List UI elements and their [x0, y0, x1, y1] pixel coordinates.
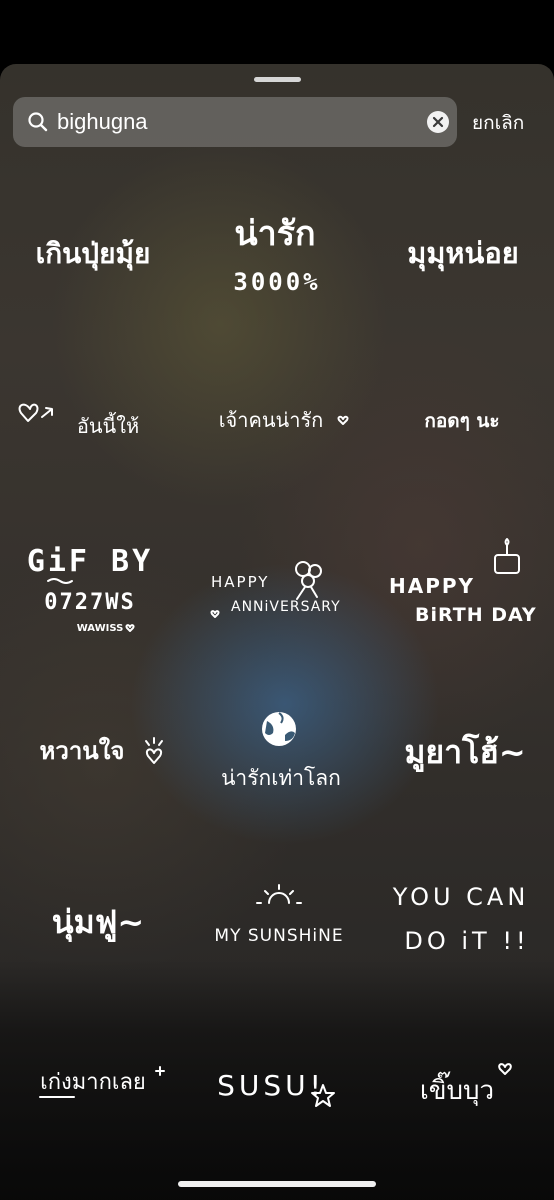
home-indicator[interactable]	[178, 1181, 376, 1187]
sticker-text-line-2: ANNiVERSARY	[231, 599, 341, 615]
heart-icon	[209, 610, 220, 618]
sticker-my-sunshine[interactable]: MY SUNSHiNE	[185, 834, 370, 1000]
sticker-num-fu[interactable]: นุ่มฟู~	[0, 834, 185, 1000]
sticker-text-line-3: WAWISS	[76, 623, 123, 634]
sticker-text: เจ้าคนน่ารัก	[218, 408, 323, 432]
globe-icon	[261, 712, 296, 746]
sticker-mu-ya-ho[interactable]: มูยาโฮ้~	[370, 668, 554, 834]
sticker-text: มุมุหน่อย	[407, 236, 519, 271]
sticker-gif-by-0727ws[interactable]: GiF BY 0727WS WAWISS	[0, 502, 185, 668]
sticker-text-line-1: HAPPY	[211, 573, 269, 591]
sticker-happy-anniversary[interactable]: HAPPY ANNiVERSARY	[185, 502, 370, 668]
search-input[interactable]	[57, 102, 427, 142]
sticker-text: SUSU!	[217, 1069, 325, 1102]
sparkle-icon	[154, 1066, 165, 1076]
squiggle-decoration	[46, 578, 73, 584]
sticker-khoeb-bu[interactable]: เขิ๊บบุว	[370, 1000, 554, 1166]
sticker-text-line-2: BiRTH DAY	[415, 604, 537, 626]
sticker-mumu-noi[interactable]: มุมุหน่อย	[370, 170, 554, 336]
sticker-susu[interactable]: SUSU!	[185, 1000, 370, 1166]
sticker-text: น่ารักเท่าโลก	[221, 766, 341, 790]
heart-icon	[145, 748, 162, 764]
sticker-kod-kod-na[interactable]: กอดๆ นะ	[370, 336, 554, 502]
sticker-happy-birthday[interactable]: HAPPY BiRTH DAY	[370, 502, 554, 668]
clear-search-button[interactable]	[427, 111, 449, 133]
heart-icon	[498, 1063, 512, 1075]
sticker-text-line-2: 3000%	[233, 268, 320, 296]
sheet-grabber-handle[interactable]	[254, 77, 301, 82]
flower-bouquet-icon	[294, 561, 322, 600]
sticker-results-grid: เกินปุ่ยมุ้ย น่ารัก 3000% มุมุหน่อย อันน…	[0, 170, 554, 1166]
search-icon	[27, 111, 49, 133]
sticker-text: กอดๆ นะ	[424, 410, 499, 432]
sticker-an-nee-hai[interactable]: อันนี้ให้	[0, 336, 185, 502]
sticker-text: นุ่มฟู~	[51, 903, 143, 943]
sticker-keng-mak-loey[interactable]: เก่งมากเลย	[0, 1000, 185, 1166]
sticker-waan-jai[interactable]: หวานใจ	[0, 668, 185, 834]
heart-icon	[124, 624, 135, 632]
sticker-text: เขิ๊บบุว	[420, 1071, 494, 1106]
sticker-naruk-tao-lok[interactable]: น่ารักเท่าโลก	[185, 668, 370, 834]
sticker-text: หวานใจ	[39, 736, 124, 765]
heart-icon	[337, 415, 348, 425]
sticker-text: เกินปุ่ยมุ้ย	[35, 237, 150, 271]
sticker-text-line-1: HAPPY	[389, 574, 475, 598]
birthday-cake-icon	[494, 538, 520, 574]
heart-icon	[18, 403, 38, 422]
sun-icon	[255, 884, 302, 904]
sticker-text: เก่งมากเลย	[40, 1070, 146, 1095]
sticker-text-line-1: น่ารัก	[234, 214, 315, 254]
sticker-text: มูยาโฮ้~	[404, 733, 525, 773]
search-field[interactable]	[13, 97, 457, 147]
sticker-text-line-1: YOU CAN	[392, 883, 530, 911]
sticker-text-line-1: GiF BY	[26, 544, 152, 579]
sticker-text: MY SUNSHiNE	[214, 926, 343, 946]
sticker-naruk-3000[interactable]: น่ารัก 3000%	[185, 170, 370, 336]
cancel-button[interactable]: ยกเลิก	[472, 108, 524, 138]
close-icon	[432, 116, 444, 128]
sticker-chao-khon-naruk[interactable]: เจ้าคนน่ารัก	[185, 336, 370, 502]
sticker-kern-puy-muy[interactable]: เกินปุ่ยมุ้ย	[0, 170, 185, 336]
arrow-icon	[40, 407, 53, 418]
sticker-text-line-2: DO iT !!	[404, 927, 529, 955]
sticker-you-can-do-it[interactable]: YOU CAN DO iT !!	[370, 834, 554, 1000]
screen: ยกเลิก เกินปุ่ยมุ้ย น่ารัก 3000% มุมุหน่…	[0, 0, 554, 1200]
sticker-text-line-2: 0727WS	[44, 590, 135, 615]
sparkle-lines-icon	[144, 737, 163, 746]
sticker-text: อันนี้ให้	[76, 412, 138, 438]
